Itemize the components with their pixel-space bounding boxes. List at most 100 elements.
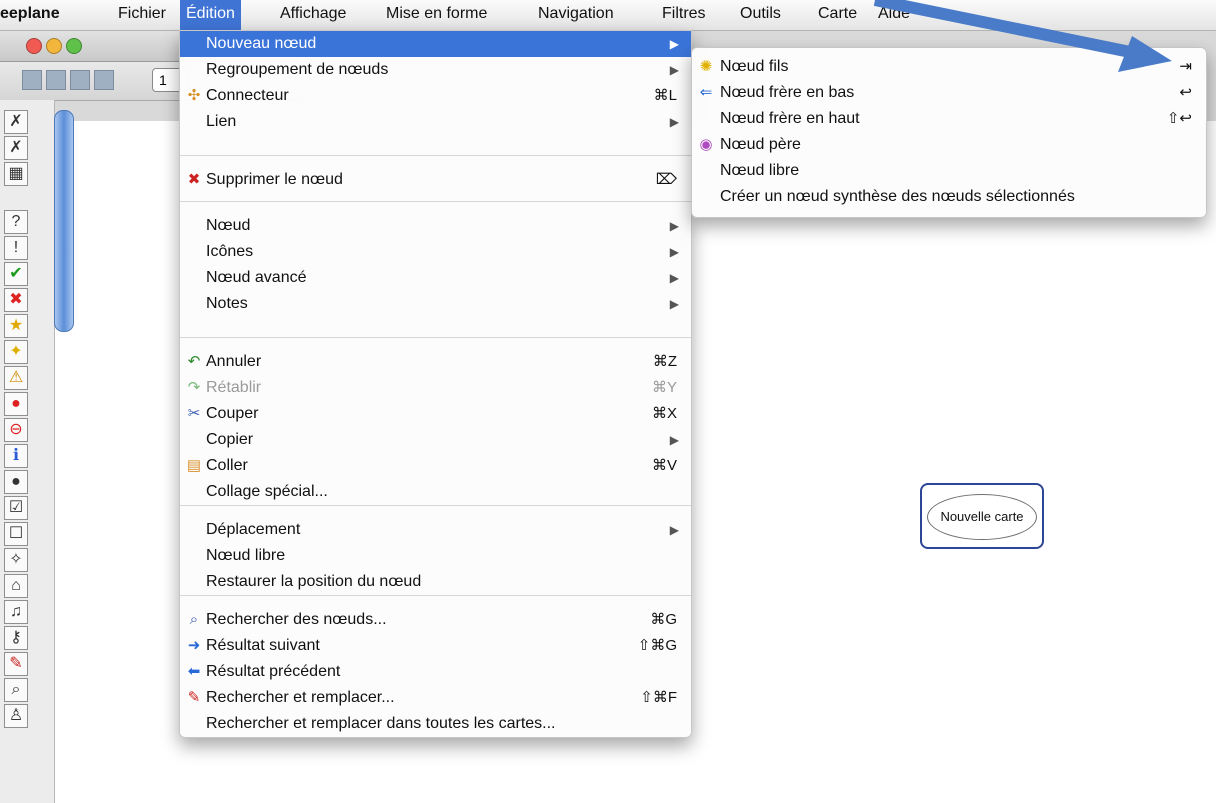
next-result-icon: ➜ <box>187 637 201 654</box>
zoom-window-button[interactable] <box>66 38 82 54</box>
menu-affichage[interactable]: Affichage <box>280 0 346 30</box>
edition-item-lien[interactable]: Lien ▶ <box>180 109 691 135</box>
edition-item-label: Déplacement <box>206 521 301 538</box>
checkbox-empty-icon[interactable]: ☐ <box>4 522 28 546</box>
nouveau-noeud-item-noeud-pere[interactable]: ◉ Nœud père <box>692 132 1206 158</box>
edition-item-label: Rechercher et remplacer dans toutes les … <box>206 715 556 732</box>
edition-item-supprimer-le-noeud[interactable]: ✖ Supprimer le nœud ⌦ <box>180 167 691 193</box>
edition-item-label: Icônes <box>206 243 254 260</box>
edition-item-noeud-libre[interactable]: Nœud libre <box>180 543 691 569</box>
menu-separator <box>180 505 691 506</box>
icon-remove-first-icon[interactable]: ✗ <box>4 110 28 134</box>
shortcut-label: ⇧⌘G <box>637 637 677 654</box>
checkmark-icon[interactable]: ✔ <box>4 262 28 286</box>
first-icon[interactable] <box>70 70 90 90</box>
shortcut-label: ↩ <box>1179 84 1192 101</box>
edition-item-coller[interactable]: ▤ Coller ⌘V <box>180 453 691 479</box>
edition-item-icones[interactable]: Icônes ▶ <box>180 239 691 265</box>
edition-item-rechercher-des-noeuds[interactable]: ⌕ Rechercher des nœuds... ⌘G <box>180 607 691 633</box>
scissors-icon: ✂ <box>187 405 201 422</box>
pencil-icon[interactable]: ✎ <box>4 652 28 676</box>
menu-filtres[interactable]: Filtres <box>662 0 706 30</box>
edition-item-label: Rétablir <box>206 379 262 396</box>
edition-item-label: Résultat suivant <box>206 637 320 654</box>
menu-fichier[interactable]: Fichier <box>118 0 166 30</box>
icon-remove-all-icon[interactable]: ▦ <box>4 162 28 186</box>
shortcut-label: ⌦ <box>655 171 677 188</box>
magic-wand-icon[interactable]: ✧ <box>4 548 28 572</box>
edition-item-connecteur[interactable]: ✣ Connecteur ⌘L <box>180 83 691 109</box>
nouveau-noeud-item-noeud-fils[interactable]: ✺ Nœud fils ⇥ <box>692 54 1206 80</box>
forward-icon[interactable] <box>46 70 66 90</box>
nouveau-noeud-item-noeud-frere-en-bas[interactable]: ⇐ Nœud frère en bas ↩ <box>692 80 1206 106</box>
back-icon[interactable] <box>22 70 42 90</box>
star-icon[interactable]: ★ <box>4 314 28 338</box>
info-icon[interactable]: ℹ <box>4 444 28 468</box>
edition-item-collage-special[interactable]: Collage spécial... <box>180 479 691 505</box>
edition-item-label: Couper <box>206 405 259 422</box>
magnifier-icon[interactable]: ⌕ <box>4 678 28 702</box>
no-entry-icon[interactable]: ⊖ <box>4 418 28 442</box>
music-icon[interactable]: ♫ <box>4 600 28 624</box>
edition-item-label: Résultat précédent <box>206 663 341 680</box>
edition-item-deplacement[interactable]: Déplacement ▶ <box>180 517 691 543</box>
edition-item-retablir[interactable]: ↷ Rétablir ⌘Y <box>180 375 691 401</box>
menu-separator <box>180 201 691 202</box>
submenu-arrow-icon: ▶ <box>669 219 679 233</box>
edition-item-resultat-suivant[interactable]: ➜ Résultat suivant ⇧⌘G <box>180 633 691 659</box>
submenu-arrow-icon: ▶ <box>669 63 679 77</box>
root-node[interactable]: Nouvelle carte <box>920 483 1044 549</box>
key-icon[interactable]: ⚷ <box>4 626 28 650</box>
stamp-icon[interactable]: ♙ <box>4 704 28 728</box>
edition-item-regroupement-de-noeuds[interactable]: Regroupement de nœuds ▶ <box>180 57 691 83</box>
nouveau-noeud-item-label: Nœud libre <box>720 162 800 179</box>
edition-item-label: Nœud libre <box>206 547 286 564</box>
nouveau-noeud-item-creer-un-noeud-synthese-des-noeuds-selectionnes[interactable]: Créer un nœud synthèse des nœuds sélecti… <box>692 184 1206 210</box>
edition-item-copier[interactable]: Copier ▶ <box>180 427 691 453</box>
close-window-button[interactable] <box>26 38 42 54</box>
menu-aide[interactable]: Aide <box>878 0 910 30</box>
vertical-scrollbar[interactable] <box>54 110 74 332</box>
lightbulb-icon: ✺ <box>699 58 713 75</box>
edition-item-annuler[interactable]: ↶ Annuler ⌘Z <box>180 349 691 375</box>
nouveau-noeud-item-label: Nœud père <box>720 136 801 153</box>
cross-icon[interactable]: ✖ <box>4 288 28 312</box>
edition-item-label: Copier <box>206 431 254 448</box>
edition-item-couper[interactable]: ✂ Couper ⌘X <box>180 401 691 427</box>
shortcut-label: ⌘L <box>653 87 677 104</box>
home-icon[interactable]: ⌂ <box>4 574 28 598</box>
menu-navigation[interactable]: Navigation <box>538 0 614 30</box>
app-menu[interactable]: eeplane <box>0 0 60 30</box>
minimize-window-button[interactable] <box>46 38 62 54</box>
exclamation-icon[interactable]: ! <box>4 236 28 260</box>
edition-item-label: Connecteur <box>206 87 289 104</box>
menu-edition[interactable]: Édition <box>180 0 241 30</box>
menu-outils[interactable]: Outils <box>740 0 781 30</box>
shortcut-label: ⌘Z <box>652 353 677 370</box>
edition-item-notes[interactable]: Notes ▶ <box>180 291 691 317</box>
nouveau-noeud-item-noeud-libre[interactable]: Nœud libre <box>692 158 1206 184</box>
icon-remove-last-icon[interactable]: ✗ <box>4 136 28 160</box>
last-icon[interactable] <box>94 70 114 90</box>
shortcut-label: ⌘V <box>651 457 677 474</box>
nouveau-noeud-item-noeud-frere-en-haut[interactable]: Nœud frère en haut ⇧↩ <box>692 106 1206 132</box>
stop-icon[interactable]: ● <box>4 392 28 416</box>
submenu-arrow-icon: ▶ <box>669 297 679 311</box>
edition-item-noeud-avance[interactable]: Nœud avancé ▶ <box>180 265 691 291</box>
edition-item-label: Notes <box>206 295 248 312</box>
edition-item-noeud[interactable]: Nœud ▶ <box>180 213 691 239</box>
edition-item-label: Nœud avancé <box>206 269 307 286</box>
edition-item-resultat-precedent[interactable]: ⬅ Résultat précédent <box>180 659 691 685</box>
bomb-icon[interactable]: ● <box>4 470 28 494</box>
edition-item-nouveau-noeud[interactable]: Nouveau nœud ▶ <box>180 31 691 57</box>
checkbox-checked-icon[interactable]: ☑ <box>4 496 28 520</box>
menu-separator <box>180 595 691 596</box>
idea-icon[interactable]: ✦ <box>4 340 28 364</box>
edition-item-restaurer-la-position-du-noeud[interactable]: Restaurer la position du nœud <box>180 569 691 595</box>
edition-item-rechercher-et-remplacer[interactable]: ✎ Rechercher et remplacer... ⇧⌘F <box>180 685 691 711</box>
menu-mise-en-forme[interactable]: Mise en forme <box>386 0 487 30</box>
warning-icon[interactable]: ⚠ <box>4 366 28 390</box>
edition-item-rechercher-et-remplacer-dans-toutes-les-cartes[interactable]: Rechercher et remplacer dans toutes les … <box>180 711 691 737</box>
menu-carte[interactable]: Carte <box>818 0 857 30</box>
question-icon[interactable]: ? <box>4 210 28 234</box>
